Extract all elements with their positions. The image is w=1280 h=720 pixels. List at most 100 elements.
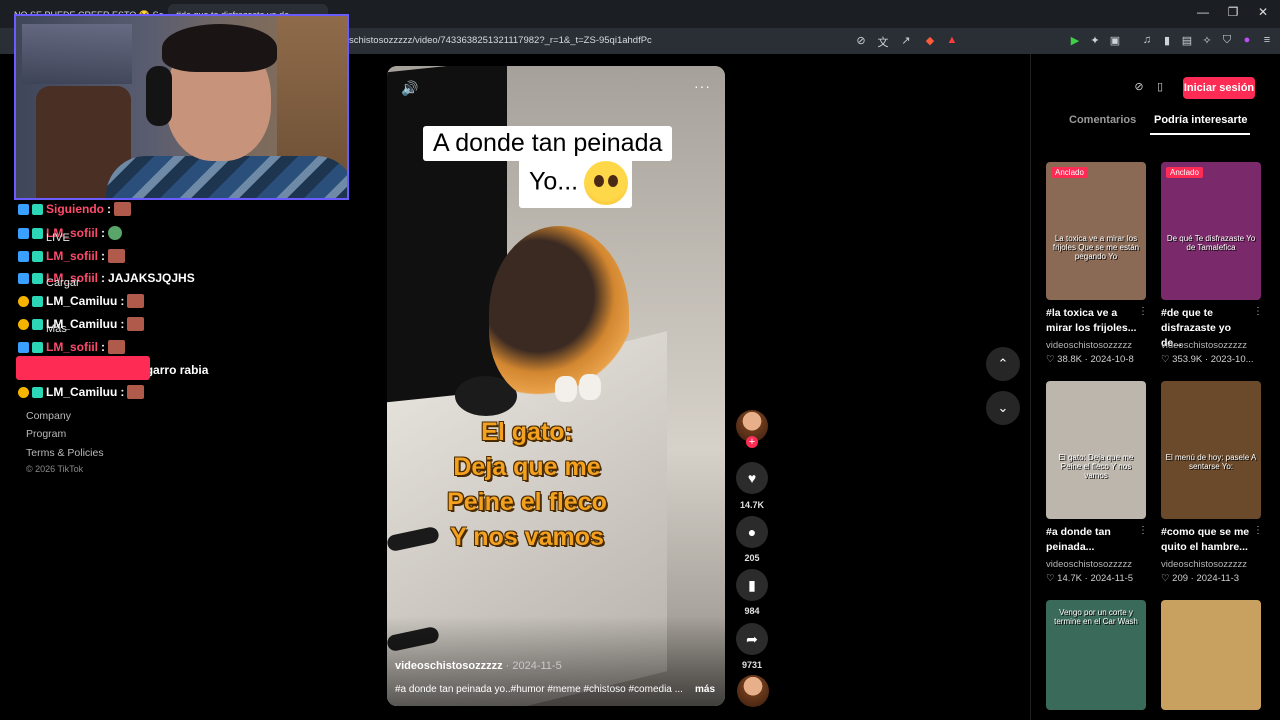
chat-badge-icon [18,318,29,330]
mobile-icon[interactable]: ▯ [1152,80,1168,96]
video-caption-line: Y nos vamos [450,523,604,551]
footer-link-company[interactable]: Company [26,410,71,422]
chat-badge-icon [18,203,29,215]
video-thumbnail[interactable]: El menú de hoy: pasele A sentarse Yo: [1161,381,1261,519]
leo-icon[interactable]: ✧ [1200,34,1214,47]
thumbnail-caption: De qué Te disfrazaste Yo de Tamalefica [1166,234,1256,252]
vpn-icon[interactable]: ⛉ [1220,34,1234,47]
video-card-meta: ♡ 209 · 2024-11-3 [1161,573,1239,584]
video-author[interactable]: videoschistosozzzzz [395,660,503,672]
more-link[interactable]: más [695,684,715,695]
chat-separator: : [107,202,111,216]
video-thumbnail[interactable]: El gato: Deja que me Peine el fleco Y no… [1046,381,1146,519]
video-card-meta: ♡ 14.7K · 2024-11-5 [1046,573,1133,584]
share-button[interactable]: ➦ [736,623,768,655]
menu-icon[interactable]: ≡ [1260,34,1274,46]
chat-message: LM_sofiil : [18,222,123,244]
chat-badge-icon [32,227,43,239]
tab-comments[interactable]: Comentarios [1069,114,1136,126]
footer-link-program[interactable]: Program [26,428,66,440]
sidebar-item-label[interactable]: Cargar [46,277,80,289]
video-thumbnail[interactable]: Anclado De qué Te disfrazaste Yo de Tamal… [1161,162,1261,300]
brave-shield-icon[interactable]: ◆ [923,34,937,47]
video-card-date: 2024-10-8 [1090,354,1134,365]
video-card-title[interactable]: #a donde tan peinada... [1046,525,1138,555]
chevron-up-icon: ⌃ [997,356,1009,371]
like-button[interactable]: ♥ [736,462,768,494]
chat-message: LM_Camiluu : [18,381,145,403]
music-disc-avatar[interactable] [737,675,769,707]
sidebar-login-button[interactable] [16,356,150,380]
maximize-button[interactable]: ❐ [1223,5,1243,19]
save-button[interactable]: ▮ [736,569,768,601]
more-options-icon[interactable]: ⋮ [1138,306,1148,317]
video-scene-cat [489,226,629,401]
rewards-icon[interactable]: ▲ [945,34,959,46]
video-thumbnail[interactable]: Vengo por un corte y termine en el Car W… [1046,600,1146,710]
sidebar-icon[interactable]: ▮ [1160,34,1174,47]
caption-text: Yo... [529,167,579,196]
webcam-hair [162,24,277,72]
play-icon[interactable]: ▶ [1068,34,1082,47]
more-options-icon[interactable]: ··· [694,78,711,94]
video-caption-line: El gato: [481,418,573,446]
video-card-title[interactable]: #como que se me quito el hambre... [1161,525,1253,555]
chat-separator: : [101,340,106,354]
address-bar[interactable]: schistosozzzzz/video/7433638251321117982… [349,35,652,46]
chat-badge-icon [32,318,43,330]
comment-icon: ● [747,524,757,540]
video-card-author[interactable]: videoschistosozzzzz [1161,559,1247,570]
login-button[interactable]: Iniciar sesión [1183,77,1255,99]
video-player[interactable]: 🔊 ··· A donde tan peinada Yo... El gato:… [387,66,725,706]
chat-separator: : [120,294,125,308]
heart-icon: ♥ [747,470,757,486]
video-thumbnail[interactable] [1161,600,1261,710]
wallet-icon[interactable]: ▤ [1180,34,1194,47]
translate-icon[interactable]: 文 [876,34,890,50]
more-options-icon[interactable]: ⋮ [1253,306,1263,317]
video-card-author[interactable]: videoschistosozzzzz [1046,340,1132,351]
sidebar-item-label[interactable]: Más [46,323,67,335]
screenshot-icon[interactable]: ▣ [1108,34,1122,47]
more-options-icon[interactable]: ⋮ [1138,525,1148,536]
share-arrow-icon: ➦ [746,631,758,647]
volume-icon[interactable]: 🔊 [401,80,418,97]
chat-badge-icon [18,341,29,353]
heart-outline-icon: ♡ [1161,573,1173,584]
tab-recommended[interactable]: Podría interesarte [1154,114,1248,126]
minimize-button[interactable]: — [1193,5,1213,19]
video-card-author[interactable]: videoschistosozzzzz [1161,340,1247,351]
share-icon[interactable]: ↗ [899,34,913,47]
webcam-shirt [106,156,347,198]
compass-icon[interactable]: ⊘ [1131,80,1147,96]
tracking-icon[interactable]: ⊘ [854,34,868,47]
pinned-badge: Anclado [1166,167,1203,178]
footer-link-terms[interactable]: Terms & Policies [26,447,104,459]
profile-icon[interactable]: ● [1240,34,1254,46]
video-thumbnail[interactable]: Anclado La toxica ve a mirar los frijoles… [1046,162,1146,300]
chat-emote-icon [114,202,131,216]
chat-message: LM_sofiil : [18,336,126,358]
music-icon[interactable]: ♫ [1140,34,1154,46]
video-card-author[interactable]: videoschistosozzzzz [1046,559,1132,570]
chat-badge-icon [18,250,29,262]
next-video-button[interactable]: ⌄ [986,391,1020,425]
follow-plus-icon[interactable]: + [746,436,758,448]
close-button[interactable]: ✕ [1253,5,1273,19]
more-options-icon[interactable]: ⋮ [1253,525,1263,536]
chat-separator: : [120,385,125,399]
save-count: 984 [744,606,760,616]
chat-username: LM_sofiil [46,249,99,263]
pleading-face-emoji-icon [584,161,629,205]
extensions-icon[interactable]: ✦ [1088,34,1102,47]
thumbnail-caption: El menú de hoy: pasele A sentarse Yo: [1165,453,1257,471]
chat-badge-icon [32,272,43,284]
video-card-title[interactable]: #la toxica ve a mirar los frijoles... [1046,306,1138,336]
comment-button[interactable]: ● [736,516,768,548]
chat-badge-icon [32,341,43,353]
chat-username: Siguiendo [46,202,104,216]
previous-video-button[interactable]: ⌃ [986,347,1020,381]
chat-badge-icon [32,203,43,215]
copyright: © 2026 TikTok [26,464,84,474]
sidebar-item-label[interactable]: LIVE [46,232,70,244]
